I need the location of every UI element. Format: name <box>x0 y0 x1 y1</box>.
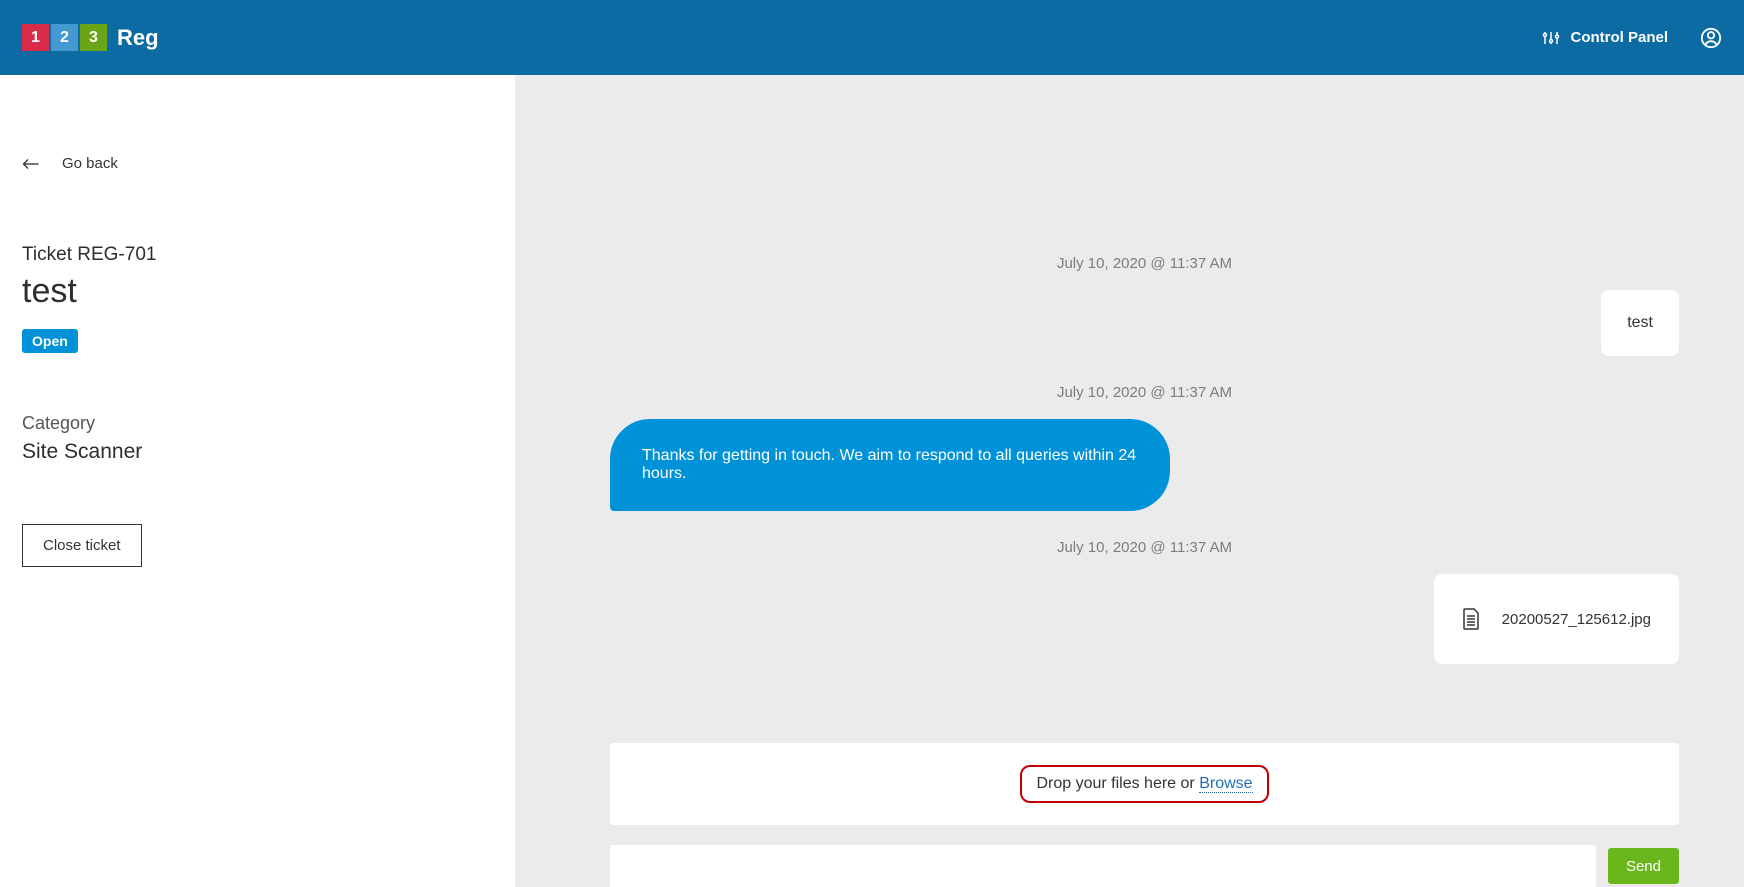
sliders-icon <box>1542 29 1560 47</box>
content-area: July 10, 2020 @ 11:37 AM test July 10, 2… <box>515 75 1744 887</box>
arrow-left-icon <box>22 157 40 171</box>
go-back-label: Go back <box>62 155 118 172</box>
dropzone-highlight: Drop your files here or Browse <box>1020 765 1268 803</box>
message-timestamp: July 10, 2020 @ 11:37 AM <box>610 255 1679 272</box>
category-value: Site Scanner <box>22 440 493 464</box>
status-badge: Open <box>22 329 78 353</box>
sidebar: Go back Ticket REG-701 test Open Categor… <box>0 75 515 887</box>
logo[interactable]: 1 2 3 Reg <box>22 24 159 51</box>
close-ticket-button[interactable]: Close ticket <box>22 524 142 567</box>
control-panel-label: Control Panel <box>1570 29 1668 46</box>
message-row: Thanks for getting in touch. We aim to r… <box>610 419 1679 511</box>
control-panel-link[interactable]: Control Panel <box>1542 29 1668 47</box>
ticket-title: test <box>22 272 493 311</box>
file-icon <box>1462 608 1480 630</box>
main-layout: Go back Ticket REG-701 test Open Categor… <box>0 75 1744 887</box>
logo-box-2: 2 <box>51 24 78 51</box>
user-icon[interactable] <box>1700 27 1722 49</box>
messages-area: July 10, 2020 @ 11:37 AM test July 10, 2… <box>515 75 1744 743</box>
header-bar: 1 2 3 Reg Control Panel <box>0 0 1744 75</box>
dropzone-text: Drop your files here or <box>1036 775 1199 792</box>
category-label: Category <box>22 413 493 434</box>
message-timestamp: July 10, 2020 @ 11:37 AM <box>610 539 1679 556</box>
header-right: Control Panel <box>1542 27 1722 49</box>
compose-row: Send <box>610 845 1679 887</box>
logo-box-3: 3 <box>80 24 107 51</box>
ticket-number: Ticket REG-701 <box>22 244 493 266</box>
message-row: test <box>610 290 1679 356</box>
logo-box-1: 1 <box>22 24 49 51</box>
attachment-filename: 20200527_125612.jpg <box>1502 611 1651 628</box>
message-row: 20200527_125612.jpg <box>610 574 1679 664</box>
file-dropzone[interactable]: Drop your files here or Browse <box>610 743 1679 825</box>
agent-message: Thanks for getting in touch. We aim to r… <box>610 419 1170 511</box>
send-button[interactable]: Send <box>1608 848 1679 884</box>
logo-text: Reg <box>117 25 159 51</box>
go-back-link[interactable]: Go back <box>22 155 493 172</box>
browse-link[interactable]: Browse <box>1199 775 1252 793</box>
message-input[interactable] <box>610 845 1596 887</box>
user-message: test <box>1601 290 1679 356</box>
message-timestamp: July 10, 2020 @ 11:37 AM <box>610 384 1679 401</box>
attachment-message[interactable]: 20200527_125612.jpg <box>1434 574 1679 664</box>
